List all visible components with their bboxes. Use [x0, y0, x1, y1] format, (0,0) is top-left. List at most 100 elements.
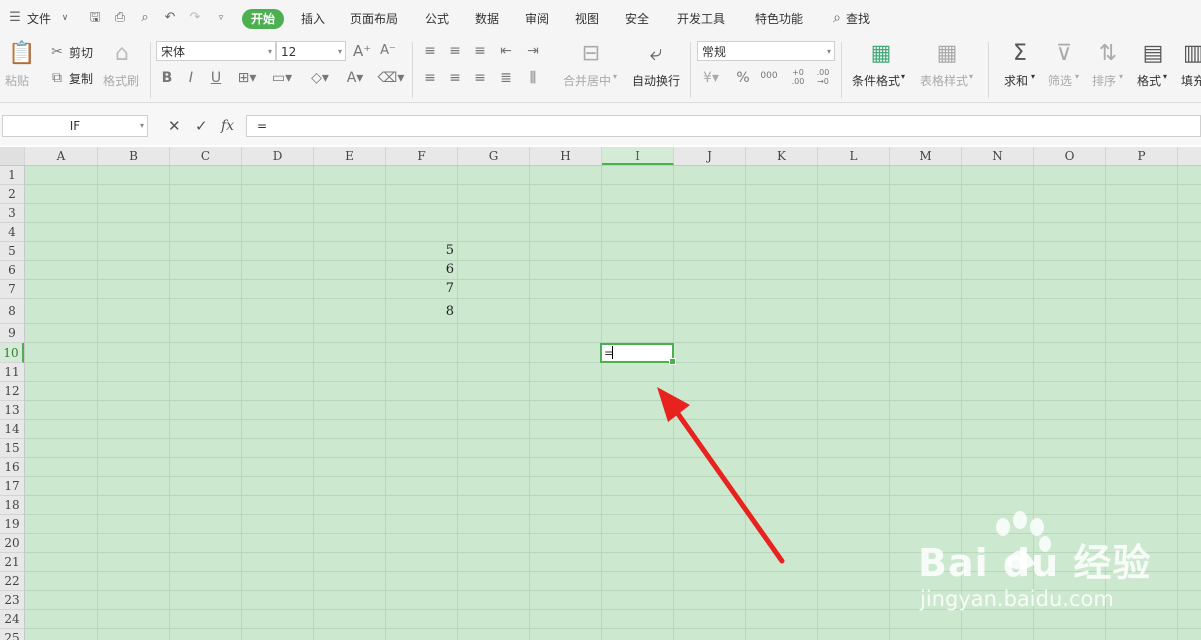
format-icon[interactable]: ▤ — [1141, 42, 1165, 66]
customize-toolbar-icon[interactable]: ▿ — [214, 11, 228, 25]
conditional-format-button[interactable]: 条件格式 — [852, 72, 900, 89]
search-label[interactable]: 查找 — [846, 10, 870, 27]
chevron-down-icon[interactable]: ∨ — [58, 11, 72, 25]
tab-developer[interactable]: 开发工具 — [677, 10, 725, 27]
filter-button[interactable]: 筛选 — [1048, 72, 1072, 89]
format-painter-button[interactable]: 格式刷 — [103, 72, 139, 89]
chevron-down-icon: ▾ — [613, 72, 618, 81]
chevron-down-icon: ▾ — [1163, 72, 1168, 81]
chevron-down-icon: ▾ — [1031, 72, 1036, 81]
format-button[interactable]: 格式 — [1137, 72, 1161, 89]
indent-decrease-icon[interactable]: ⇤ — [499, 43, 513, 59]
name-box-value: IF — [69, 119, 81, 133]
cell-style-icon[interactable]: ▭▾ — [270, 70, 294, 86]
merge-center-button[interactable]: 合并居中 — [563, 72, 611, 89]
confirm-icon[interactable]: ✓ — [195, 117, 208, 135]
wrap-text-button[interactable]: 自动换行 — [632, 72, 680, 89]
fill-icon[interactable]: ▥ — [1183, 42, 1201, 66]
justify-icon[interactable]: ≣ — [499, 70, 513, 86]
copy-button[interactable]: 复制 — [69, 70, 93, 87]
undo-icon[interactable]: ↶ — [163, 11, 177, 25]
currency-icon[interactable]: ¥▾ — [700, 70, 722, 86]
copy-icon[interactable]: ⧉ — [50, 70, 64, 86]
number-format-select[interactable]: 常规 ▾ — [697, 41, 835, 61]
name-box[interactable]: IF ▾ — [2, 115, 148, 137]
increase-decimal-button[interactable]: +0 .00 — [789, 68, 807, 86]
arrow-shaft — [673, 408, 785, 564]
tab-page-layout[interactable]: 页面布局 — [350, 10, 398, 27]
increase-font-icon[interactable]: A⁺ — [353, 43, 371, 59]
insert-function-button[interactable]: fx — [221, 117, 234, 135]
chevron-down-icon: ▾ — [1119, 72, 1124, 81]
tab-home[interactable]: 开始 — [242, 9, 284, 29]
sort-button[interactable]: 排序 — [1092, 72, 1116, 89]
arrow-head — [657, 387, 690, 422]
paste-icon[interactable]: 📋 — [8, 42, 35, 66]
font-size-select[interactable]: 12 ▾ — [276, 41, 346, 61]
font-name-select[interactable]: 宋体 ▾ — [156, 41, 276, 61]
hamburger-menu-icon[interactable]: ☰ — [8, 11, 22, 25]
borders-icon[interactable]: ⊞▾ — [235, 70, 259, 86]
save-icon[interactable]: 🖫 — [88, 11, 102, 25]
sum-button[interactable]: 求和 — [1004, 72, 1028, 89]
chevron-down-icon: ▾ — [901, 72, 906, 81]
indent-increase-icon[interactable]: ⇥ — [526, 43, 540, 59]
tab-formulas[interactable]: 公式 — [425, 10, 449, 27]
underline-icon[interactable]: U — [209, 70, 223, 86]
italic-icon[interactable]: I — [184, 70, 198, 86]
align-left-icon[interactable]: ≡ — [423, 70, 437, 86]
ribbon: 📋 粘贴 ✂ 剪切 ⧉ 复制 ⌂ 格式刷 宋体 ▾ 12 ▾ A⁺ A⁻ B I U… — [0, 38, 1201, 103]
chevron-down-icon: ▾ — [337, 47, 342, 56]
watermark-brand: Bai du 经验 — [918, 541, 1152, 585]
divider — [690, 42, 691, 98]
bold-icon[interactable]: B — [160, 70, 174, 86]
align-top-icon[interactable]: ≡ — [423, 43, 437, 59]
tab-special-features[interactable]: 特色功能 — [755, 10, 803, 27]
filter-icon[interactable]: ⊽ — [1052, 42, 1076, 66]
align-center-icon[interactable]: ≡ — [448, 70, 462, 86]
watermark-url: jingyan.baidu.com — [920, 587, 1114, 611]
font-color-icon[interactable]: A▾ — [342, 70, 368, 86]
cancel-icon[interactable]: ✕ — [168, 117, 181, 135]
wrap-text-icon[interactable]: ⤶ — [644, 42, 668, 66]
search-icon[interactable]: ⌕ — [830, 11, 844, 25]
fill-button[interactable]: 填充 — [1181, 72, 1201, 89]
fill-color-icon[interactable]: ◇▾ — [306, 70, 334, 86]
tab-security[interactable]: 安全 — [625, 10, 649, 27]
format-painter-icon[interactable]: ⌂ — [110, 42, 134, 66]
formula-input[interactable]: = — [246, 115, 1201, 137]
chevron-down-icon: ▾ — [1075, 72, 1080, 81]
divider — [412, 42, 413, 98]
cut-button[interactable]: 剪切 — [69, 44, 93, 61]
sum-icon[interactable]: Σ — [1008, 42, 1032, 66]
chevron-down-icon: ▾ — [139, 121, 144, 130]
tab-review[interactable]: 审阅 — [525, 10, 549, 27]
print-preview-icon[interactable]: ⌕ — [138, 11, 152, 25]
merge-center-icon[interactable]: ⊟ — [579, 42, 603, 66]
tab-insert[interactable]: 插入 — [301, 10, 325, 27]
distributed-icon[interactable]: ⫼ — [526, 70, 540, 86]
scissors-icon[interactable]: ✂ — [50, 44, 64, 60]
table-style-icon[interactable]: ▦ — [935, 42, 959, 66]
align-middle-icon[interactable]: ≡ — [448, 43, 462, 59]
clear-icon[interactable]: ⌫▾ — [377, 70, 405, 86]
redo-icon[interactable]: ↷ — [188, 11, 202, 25]
paste-button[interactable]: 粘贴 — [5, 72, 29, 89]
align-right-icon[interactable]: ≡ — [473, 70, 487, 86]
number-format-value: 常规 — [702, 45, 727, 59]
chevron-down-icon: ▾ — [267, 47, 272, 56]
tab-view[interactable]: 视图 — [575, 10, 599, 27]
chevron-down-icon: ▾ — [826, 47, 831, 56]
align-bottom-icon[interactable]: ≡ — [473, 43, 487, 59]
tab-data[interactable]: 数据 — [475, 10, 499, 27]
print-icon[interactable]: ⎙ — [113, 11, 127, 25]
divider — [988, 42, 989, 98]
decrease-decimal-button[interactable]: .00 →0 — [814, 68, 832, 86]
table-style-button[interactable]: 表格样式 — [920, 72, 968, 89]
percent-button[interactable]: % — [736, 70, 750, 86]
conditional-format-icon[interactable]: ▦ — [869, 42, 893, 66]
file-menu[interactable]: 文件 — [27, 10, 51, 27]
thousands-button[interactable]: 000 — [760, 68, 778, 84]
sort-icon[interactable]: ⇅ — [1096, 42, 1120, 66]
decrease-font-icon[interactable]: A⁻ — [380, 43, 396, 59]
